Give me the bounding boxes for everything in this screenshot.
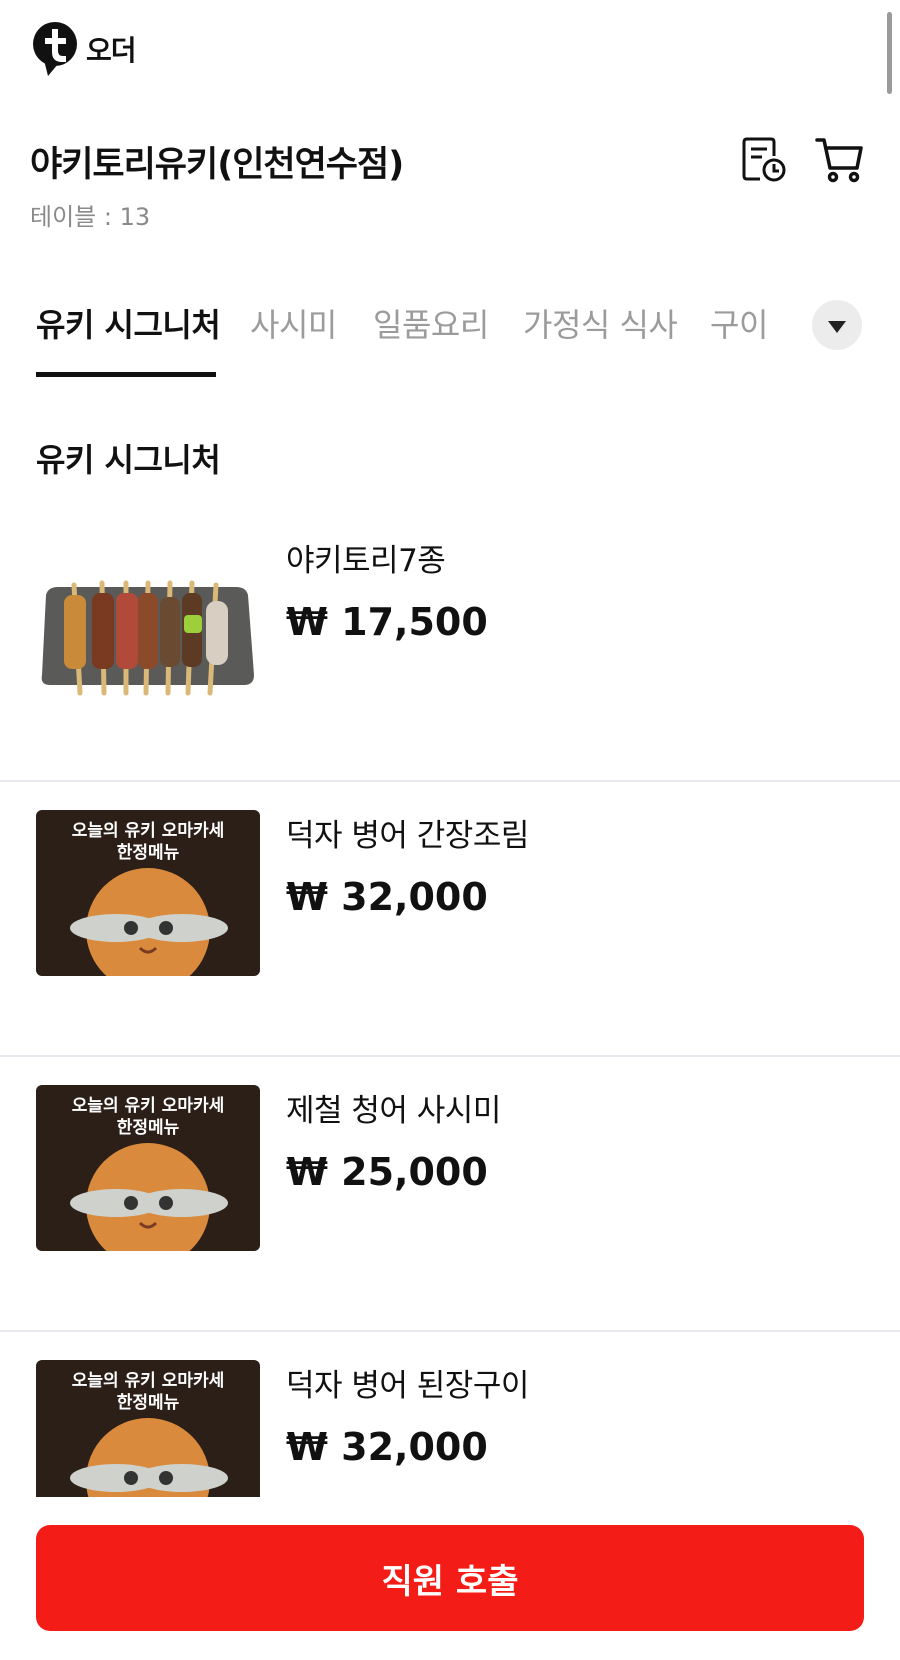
menu-item[interactable]: 오늘의 유키 오마카세 한정메뉴 덕자 병어 간장조림 ₩ 32,000 (0, 780, 900, 1057)
promo-line1: 오늘의 유키 오마카세 (71, 1371, 225, 1391)
promo-line1: 오늘의 유키 오마카세 (71, 1096, 225, 1116)
logo-mark-icon (33, 22, 77, 76)
page-scrollbar[interactable] (887, 12, 892, 94)
menu-item-price: ₩ 17,500 (286, 600, 488, 644)
menu-list: 야키토리7종 ₩ 17,500 오늘의 유키 오마카세 한정메뉴 덕자 병어 간… (0, 505, 900, 1497)
active-tab-indicator (36, 372, 216, 377)
store-name: 야키토리유키(인천연수점) (30, 145, 404, 185)
tab-home-meal[interactable]: 가정식 식사 (523, 300, 678, 346)
promo-line2: 한정메뉴 (116, 843, 180, 863)
section-title: 유키 시그니처 (36, 441, 221, 479)
tab-grill[interactable]: 구이 (710, 300, 768, 346)
menu-item-price: ₩ 25,000 (286, 1150, 488, 1194)
call-staff-button[interactable]: 직원 호출 (36, 1525, 864, 1631)
menu-item[interactable]: 오늘의 유키 오마카세 한정메뉴 덕자 병어 된장구이 ₩ 32,000 (0, 1330, 900, 1497)
yakitori-skewers-image (36, 535, 260, 701)
menu-item-name: 제철 청어 사시미 (286, 1093, 501, 1129)
omakase-cat-fish-image: 오늘의 유키 오마카세 한정메뉴 (36, 1085, 260, 1251)
menu-item-name: 덕자 병어 간장조림 (286, 818, 529, 854)
menu-item-price: ₩ 32,000 (286, 875, 488, 919)
app-logo: 오더 (30, 20, 137, 78)
cart-icon[interactable] (815, 134, 865, 184)
category-tabs: 유키 시그니처 사시미 일품요리 가정식 식사 구이 (0, 290, 900, 377)
chevron-down-icon (828, 321, 846, 333)
tab-ilpum-yori[interactable]: 일품요리 (373, 300, 489, 346)
table-number: 테이블 : 13 (30, 203, 151, 231)
promo-line1: 오늘의 유키 오마카세 (71, 821, 225, 841)
promo-line2: 한정메뉴 (116, 1118, 180, 1138)
menu-item[interactable]: 오늘의 유키 오마카세 한정메뉴 제철 청어 사시미 ₩ 25,000 (0, 1055, 900, 1332)
omakase-cat-fish-image: 오늘의 유키 오마카세 한정메뉴 (36, 1360, 260, 1497)
omakase-cat-fish-image: 오늘의 유키 오마카세 한정메뉴 (36, 810, 260, 976)
order-history-icon[interactable] (738, 134, 788, 184)
tab-sashimi[interactable]: 사시미 (250, 300, 337, 346)
promo-line2: 한정메뉴 (116, 1393, 180, 1413)
tab-yuki-signature[interactable]: 유키 시그니처 (36, 300, 221, 346)
logo-text: 오더 (86, 34, 137, 67)
menu-item-name: 덕자 병어 된장구이 (286, 1368, 529, 1404)
menu-item[interactable]: 야키토리7종 ₩ 17,500 (0, 505, 900, 782)
menu-item-name: 야키토리7종 (286, 543, 446, 579)
tabs-dropdown-button[interactable] (812, 300, 862, 350)
menu-item-price: ₩ 32,000 (286, 1425, 488, 1469)
